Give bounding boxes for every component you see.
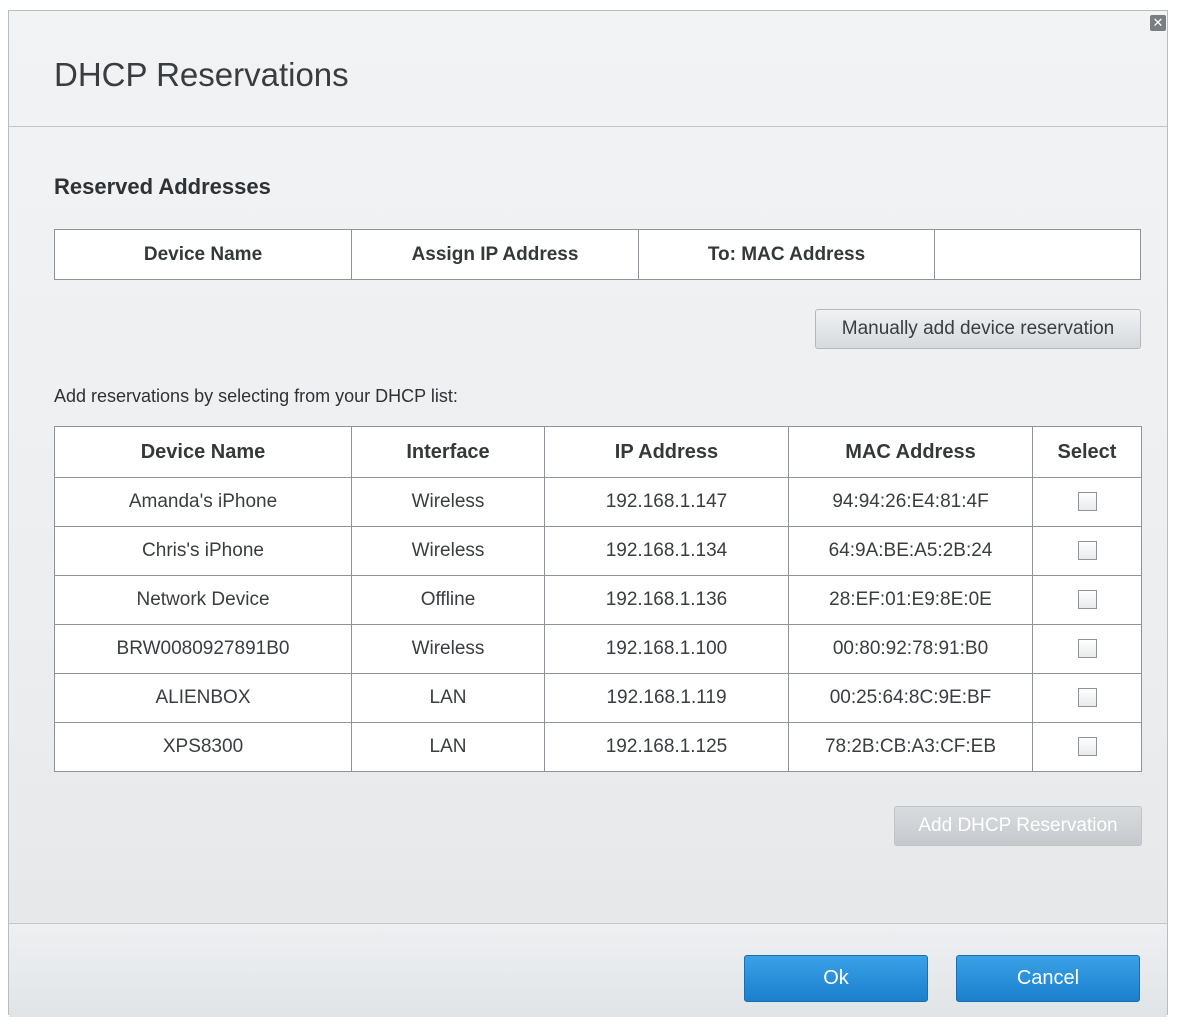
select-cell bbox=[1032, 575, 1142, 625]
column-header-mac-address: To: MAC Address bbox=[638, 229, 935, 280]
mac-address-cell: 94:94:26:E4:81:4F bbox=[788, 477, 1033, 527]
select-checkbox[interactable] bbox=[1077, 541, 1097, 561]
manually-add-reservation-button[interactable]: Manually add device reservation bbox=[815, 309, 1141, 349]
mac-address-cell: 28:EF:01:E9:8E:0E bbox=[788, 575, 1033, 625]
column-header-ip-address: IP Address bbox=[544, 426, 789, 478]
table-row: BRW0080927891B0 Wireless 192.168.1.100 0… bbox=[54, 624, 1142, 674]
add-dhcp-reservation-button[interactable]: Add DHCP Reservation bbox=[894, 806, 1142, 846]
device-name-cell: BRW0080927891B0 bbox=[54, 624, 352, 674]
interface-cell: Wireless bbox=[351, 526, 545, 576]
column-header-select: Select bbox=[1032, 426, 1142, 478]
ip-address-cell: 192.168.1.134 bbox=[544, 526, 789, 576]
interface-cell: LAN bbox=[351, 722, 545, 772]
dialog-header: DHCP Reservations bbox=[9, 11, 1167, 127]
table-row: Network Device Offline 192.168.1.136 28:… bbox=[54, 575, 1142, 625]
ip-address-cell: 192.168.1.136 bbox=[544, 575, 789, 625]
column-header-mac-address: MAC Address bbox=[788, 426, 1033, 478]
select-checkbox[interactable] bbox=[1077, 492, 1097, 512]
select-checkbox[interactable] bbox=[1077, 639, 1097, 659]
column-header-interface: Interface bbox=[351, 426, 545, 478]
dialog-title: DHCP Reservations bbox=[54, 56, 349, 93]
table-row: XPS8300 LAN 192.168.1.125 78:2B:CB:A3:CF… bbox=[54, 722, 1142, 772]
cancel-button[interactable]: Cancel bbox=[956, 955, 1140, 1002]
interface-cell: Offline bbox=[351, 575, 545, 625]
dhcp-table-header-row: Device Name Interface IP Address MAC Add… bbox=[54, 426, 1142, 478]
ok-button[interactable]: Ok bbox=[744, 955, 928, 1002]
interface-cell: LAN bbox=[351, 673, 545, 723]
interface-cell: Wireless bbox=[351, 477, 545, 527]
device-name-cell: Chris's iPhone bbox=[54, 526, 352, 576]
column-header-device-name: Device Name bbox=[54, 426, 352, 478]
interface-cell: Wireless bbox=[351, 624, 545, 674]
ip-address-cell: 192.168.1.119 bbox=[544, 673, 789, 723]
ip-address-cell: 192.168.1.147 bbox=[544, 477, 789, 527]
ip-address-cell: 192.168.1.125 bbox=[544, 722, 789, 772]
select-cell bbox=[1032, 722, 1142, 772]
device-name-cell: Amanda's iPhone bbox=[54, 477, 352, 527]
dhcp-list-table: Device Name Interface IP Address MAC Add… bbox=[54, 426, 1142, 772]
mac-address-cell: 78:2B:CB:A3:CF:EB bbox=[788, 722, 1033, 772]
select-checkbox[interactable] bbox=[1077, 737, 1097, 757]
select-cell bbox=[1032, 477, 1142, 527]
column-header-device-name: Device Name bbox=[54, 229, 352, 280]
ip-address-cell: 192.168.1.100 bbox=[544, 624, 789, 674]
table-row: ALIENBOX LAN 192.168.1.119 00:25:64:8C:9… bbox=[54, 673, 1142, 723]
column-header-assign-ip: Assign IP Address bbox=[351, 229, 639, 280]
select-cell bbox=[1032, 673, 1142, 723]
dhcp-list-hint: Add reservations by selecting from your … bbox=[54, 386, 458, 406]
select-checkbox[interactable] bbox=[1077, 590, 1097, 610]
table-row: Chris's iPhone Wireless 192.168.1.134 64… bbox=[54, 526, 1142, 576]
dhcp-reservations-dialog: DHCP Reservations Reserved Addresses Dev… bbox=[8, 10, 1168, 1017]
device-name-cell: ALIENBOX bbox=[54, 673, 352, 723]
reserved-addresses-table: Device Name Assign IP Address To: MAC Ad… bbox=[54, 229, 1141, 280]
mac-address-cell: 00:25:64:8C:9E:BF bbox=[788, 673, 1033, 723]
reserved-table-header-row: Device Name Assign IP Address To: MAC Ad… bbox=[54, 229, 1141, 280]
mac-address-cell: 00:80:92:78:91:B0 bbox=[788, 624, 1033, 674]
table-row: Amanda's iPhone Wireless 192.168.1.147 9… bbox=[54, 477, 1142, 527]
reserved-addresses-title: Reserved Addresses bbox=[54, 174, 271, 199]
select-cell bbox=[1032, 624, 1142, 674]
column-header-empty bbox=[934, 229, 1141, 280]
select-cell bbox=[1032, 526, 1142, 576]
close-icon[interactable]: ✕ bbox=[1150, 15, 1166, 31]
device-name-cell: Network Device bbox=[54, 575, 352, 625]
device-name-cell: XPS8300 bbox=[54, 722, 352, 772]
mac-address-cell: 64:9A:BE:A5:2B:24 bbox=[788, 526, 1033, 576]
select-checkbox[interactable] bbox=[1077, 688, 1097, 708]
